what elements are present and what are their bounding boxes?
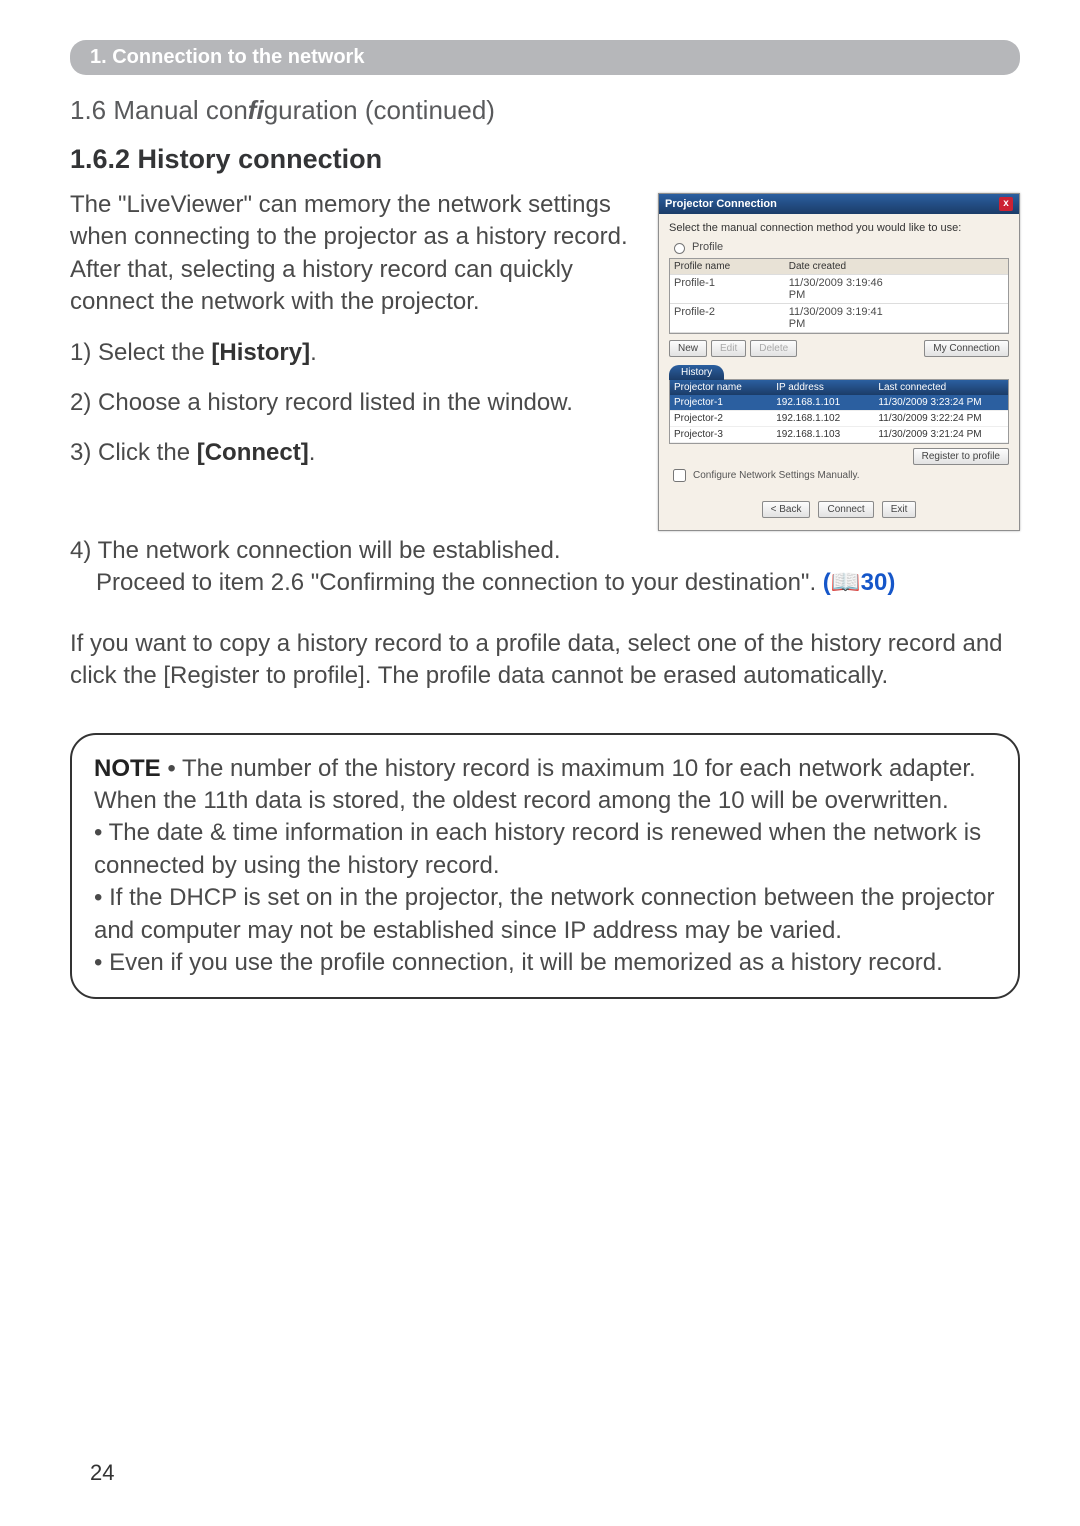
note-bullet: • The number of the history record is ma… xyxy=(94,755,976,814)
step3-post: . xyxy=(309,439,316,466)
table-row[interactable]: Profile-1 11/30/2009 3:19:46 PM xyxy=(670,275,1008,304)
dialog-title: Projector Connection xyxy=(665,198,777,210)
subtitle-fi: fi xyxy=(248,95,264,125)
exit-button[interactable]: Exit xyxy=(882,501,917,518)
edit-button[interactable]: Edit xyxy=(711,340,746,357)
new-button[interactable]: New xyxy=(669,340,707,357)
table-row[interactable]: Projector-1 192.168.1.101 11/30/2009 3:2… xyxy=(670,395,1008,411)
table-row[interactable]: Profile-2 11/30/2009 3:19:41 PM xyxy=(670,304,1008,333)
step3-bold: [Connect] xyxy=(197,439,309,466)
hist-head-name: Projector name xyxy=(670,380,772,395)
hist-row-ip: 192.168.1.101 xyxy=(772,395,874,410)
step-4-line1: 4) The network connection will be establ… xyxy=(70,535,1020,567)
hist-row-last: 11/30/2009 3:23:24 PM xyxy=(874,395,1008,410)
table-row[interactable]: Projector-3 192.168.1.103 11/30/2009 3:2… xyxy=(670,427,1008,443)
subtitle: 1.6 Manual configuration (continued) xyxy=(70,95,1020,126)
radio-profile-row[interactable]: Profile xyxy=(669,240,1009,254)
step1-bold: [History] xyxy=(211,339,310,366)
note-box: NOTE • The number of the history record … xyxy=(70,733,1020,1000)
my-connection-button[interactable]: My Connection xyxy=(924,340,1009,357)
step4-text: Proceed to item 2.6 "Confirming the conn… xyxy=(96,569,823,596)
profile-head-date: Date created xyxy=(785,259,900,274)
register-to-profile-button[interactable]: Register to profile xyxy=(913,448,1009,465)
close-icon[interactable]: x xyxy=(999,197,1013,211)
back-button[interactable]: < Back xyxy=(762,501,811,518)
profile-row-name: Profile-2 xyxy=(670,304,785,332)
hist-head-last: Last connected xyxy=(874,380,1008,395)
hist-row-last: 11/30/2009 3:21:24 PM xyxy=(874,427,1008,442)
dialog-titlebar: Projector Connection x xyxy=(659,194,1019,214)
history-grid-header: Projector name IP address Last connected xyxy=(670,380,1008,395)
hist-row-last: 11/30/2009 3:22:24 PM xyxy=(874,411,1008,426)
configure-manually-checkbox[interactable] xyxy=(673,469,686,482)
delete-button[interactable]: Delete xyxy=(750,340,797,357)
note-bullet: • The date & time information in each hi… xyxy=(94,819,981,878)
radio-profile-label: Profile xyxy=(692,241,723,253)
tab-history[interactable]: History xyxy=(669,365,724,380)
step1-post: . xyxy=(310,339,317,366)
dialog-instruction: Select the manual connection method you … xyxy=(669,222,1009,234)
profile-row-date: 11/30/2009 3:19:46 PM xyxy=(785,275,900,303)
hist-row-name: Projector-2 xyxy=(670,411,772,426)
subtitle-post: guration (continued) xyxy=(264,95,495,125)
step-2: 2) Choose a history record listed in the… xyxy=(70,387,630,419)
hist-row-ip: 192.168.1.102 xyxy=(772,411,874,426)
copy-paragraph: If you want to copy a history record to … xyxy=(70,628,1020,693)
projector-connection-dialog: Projector Connection x Select the manual… xyxy=(658,193,1020,531)
step-1: 1) Select the [History]. xyxy=(70,337,630,369)
profile-grid: Profile name Date created Profile-1 11/3… xyxy=(669,258,1009,334)
banner-text: 1. Connection to the network xyxy=(90,46,364,68)
chapter-banner: 1. Connection to the network xyxy=(70,40,1020,75)
configure-manually-row[interactable]: Configure Network Settings Manually. xyxy=(669,466,1009,485)
profile-row-date: 11/30/2009 3:19:41 PM xyxy=(785,304,900,332)
hist-row-name: Projector-3 xyxy=(670,427,772,442)
profile-row-name: Profile-1 xyxy=(670,275,785,303)
step1-pre: 1) Select the xyxy=(70,339,211,366)
step3-pre: 3) Click the xyxy=(70,439,197,466)
hist-row-ip: 192.168.1.103 xyxy=(772,427,874,442)
step-3: 3) Click the [Connect]. xyxy=(70,437,630,469)
profile-grid-header: Profile name Date created xyxy=(670,259,1008,275)
note-label: NOTE xyxy=(94,755,161,782)
note-bullet: • Even if you use the proﬁle connection,… xyxy=(94,949,943,976)
connect-button[interactable]: Connect xyxy=(818,501,873,518)
hist-row-name: Projector-1 xyxy=(670,395,772,410)
history-grid: Projector name IP address Last connected… xyxy=(669,379,1009,444)
section-title: 1.6.2 History connection xyxy=(70,144,1020,175)
subtitle-pre: 1.6 Manual con xyxy=(70,95,248,125)
step-4-line2: Proceed to item 2.6 "Confirming the conn… xyxy=(70,567,1020,599)
page-number: 24 xyxy=(90,1460,114,1486)
radio-profile[interactable] xyxy=(674,243,685,254)
profile-head-name: Profile name xyxy=(670,259,785,274)
table-row[interactable]: Projector-2 192.168.1.102 11/30/2009 3:2… xyxy=(670,411,1008,427)
configure-manually-label: Configure Network Settings Manually. xyxy=(693,470,860,481)
intro-paragraph: The "LiveViewer" can memory the network … xyxy=(70,189,630,319)
note-bullet: • If the DHCP is set on in the projector… xyxy=(94,884,994,943)
page-reference: (📖30) xyxy=(823,569,896,596)
hist-head-ip: IP address xyxy=(772,380,874,395)
